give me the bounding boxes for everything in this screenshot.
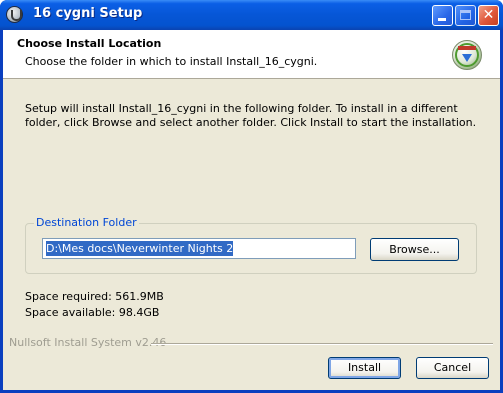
space-available: Space available: 98.4GB — [25, 306, 160, 319]
close-icon: ✕ — [482, 7, 495, 23]
dialog-body: Choose Install Location Choose the folde… — [3, 30, 500, 390]
page-title: Choose Install Location — [17, 37, 162, 50]
destination-path-input[interactable]: D:\Mes docs\Neverwinter Nights 2 — [42, 238, 356, 259]
download-arrow-icon — [462, 54, 472, 62]
minimize-button[interactable] — [432, 5, 453, 26]
branding-divider — [151, 343, 493, 345]
nsis-branding: Nullsoft Install System v2.46 — [9, 336, 167, 349]
intro-text: Setup will install Install_16_cygni in t… — [25, 102, 477, 129]
install-disc-icon — [452, 40, 482, 70]
install-button[interactable]: Install — [328, 357, 401, 379]
destination-folder-label: Destination Folder — [34, 216, 139, 229]
page-header: Choose Install Location Choose the folde… — [3, 30, 500, 79]
maximize-icon — [460, 10, 471, 20]
installer-icon — [6, 6, 23, 23]
maximize-button[interactable] — [455, 5, 476, 26]
disc-label — [458, 46, 476, 50]
page-subtitle: Choose the folder in which to install In… — [25, 55, 318, 68]
browse-button[interactable]: Browse... — [370, 238, 459, 261]
destination-path-text: D:\Mes docs\Neverwinter Nights 2 — [46, 241, 234, 256]
window-title: 16 cygni Setup — [33, 6, 143, 21]
close-button[interactable]: ✕ — [478, 5, 499, 26]
destination-folder-group: Destination Folder D:\Mes docs\Neverwint… — [25, 216, 477, 274]
title-bar[interactable]: 16 cygni Setup ✕ — [0, 0, 503, 30]
minimize-icon — [438, 18, 446, 21]
installer-window: 16 cygni Setup ✕ Choose Install Location… — [0, 0, 503, 393]
space-required: Space required: 561.9MB — [25, 290, 164, 303]
cancel-button[interactable]: Cancel — [416, 357, 489, 379]
